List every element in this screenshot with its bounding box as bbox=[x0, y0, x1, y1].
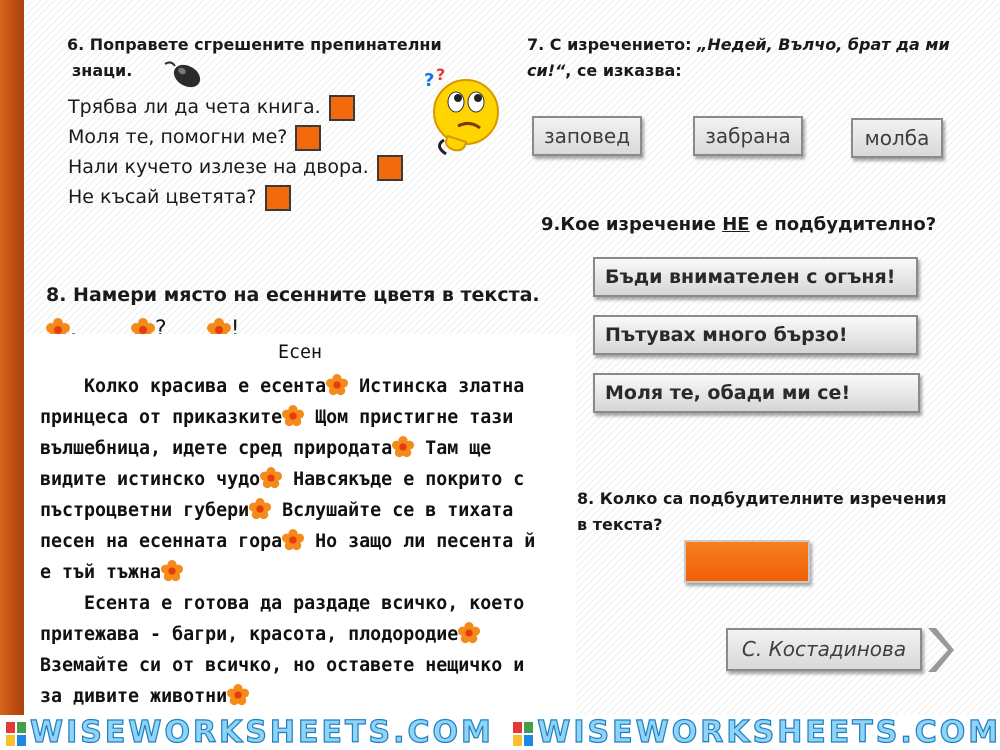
thinking-smiley-icon: ? ? bbox=[424, 66, 499, 156]
q6-title-line1: 6. Поправете сгрешените препинателни bbox=[67, 35, 442, 54]
footer-watermark: WISEWORKSHEETS.COM WISEWORKSHEETS.COM bbox=[0, 714, 1000, 750]
story-line-7: е тъй тъжна bbox=[40, 558, 184, 589]
q7-option-zabrana[interactable]: забрана bbox=[693, 116, 803, 156]
story-line-10: Вземайте си от всичко, но оставете нещич… bbox=[40, 655, 525, 676]
q7-quote-end: си!“ bbox=[527, 61, 566, 80]
story-text: Есен Колко красива е есента Истинска зла… bbox=[24, 334, 576, 715]
footer-brand-1: WISEWORKSHEETS.COM bbox=[29, 714, 494, 750]
q6-sentence-4: Не късай цветята? bbox=[68, 182, 403, 212]
story-line-4: видите истинско чудо Навсякъде е покрито… bbox=[40, 467, 525, 490]
q7-option-molba[interactable]: молба bbox=[851, 118, 943, 158]
story-title: Есен bbox=[277, 342, 323, 363]
story-line-11: за дивите животни bbox=[40, 682, 250, 713]
q6-answer-box-1[interactable] bbox=[328, 94, 355, 121]
q6-title: 6. Поправете сгрешените препинателни зна… bbox=[67, 32, 442, 84]
q8b-title: 8. Колко са подбудителните изречения в т… bbox=[577, 489, 947, 534]
q6-sentence-1: Трябва ли да чета книга. bbox=[68, 92, 403, 122]
svg-text:?: ? bbox=[436, 66, 445, 84]
svg-text:?: ? bbox=[424, 70, 434, 91]
flower-drop-zone-3[interactable] bbox=[392, 436, 415, 459]
story-line-3: вълшебница, идете сред природата Там ще bbox=[40, 436, 492, 459]
flower-drop-zone-1[interactable] bbox=[326, 374, 349, 397]
flower-drop-zone-8[interactable] bbox=[458, 622, 481, 645]
wiseworksheets-logo-icon bbox=[6, 721, 26, 746]
flower-drop-zone-6[interactable] bbox=[282, 529, 305, 552]
q6-title-line2: знаци. bbox=[72, 61, 133, 80]
q9-option-2[interactable]: Пътувах много бързо! bbox=[593, 315, 918, 355]
q7-option-zapoved[interactable]: заповед bbox=[532, 116, 642, 156]
story-line-8: Есента е готова да раздаде всичко, което bbox=[40, 593, 525, 614]
mouse-icon bbox=[164, 61, 201, 88]
q8b-answer-input[interactable] bbox=[684, 540, 810, 583]
story-line-9: притежава - багри, красота, плодородие bbox=[40, 620, 481, 651]
wiseworksheets-logo-icon-2 bbox=[513, 721, 534, 746]
q6-sentence-2: Моля те, помогни ме? bbox=[68, 122, 403, 152]
story-line-5: пъстроцветни губери Вслушайте се в тихат… bbox=[40, 498, 514, 521]
q6-answer-box-4[interactable] bbox=[264, 184, 291, 211]
next-chevron-icon[interactable] bbox=[924, 626, 954, 674]
q6-answer-box-2[interactable] bbox=[295, 124, 322, 151]
left-accent-bar bbox=[0, 0, 24, 715]
flower-drop-zone-5[interactable] bbox=[249, 498, 272, 521]
q9-title-negation: НЕ bbox=[722, 214, 750, 235]
q7-quote: „Недей, Вълчо, брат да ми bbox=[697, 35, 950, 54]
q6-sentences: Трябва ли да чета книга. Моля те, помогн… bbox=[68, 92, 403, 212]
flower-drop-zone-7[interactable] bbox=[161, 560, 184, 583]
q6-answer-box-3[interactable] bbox=[376, 154, 403, 181]
q6-sentence-3: Нали кучето излезе на двора. bbox=[68, 152, 403, 182]
q9-option-3[interactable]: Моля те, обади ми се! bbox=[593, 373, 920, 413]
flower-drop-zone-9[interactable] bbox=[227, 684, 250, 707]
author-button[interactable]: С. Костадинова bbox=[726, 628, 922, 671]
story-line-6: песен на есенната гора Но защо ли песент… bbox=[40, 529, 536, 552]
story-line-2: принцеса от приказките Щом пристигне таз… bbox=[40, 405, 514, 428]
story-line-1: Колко красива е есента Истинска златна bbox=[40, 374, 525, 397]
flower-drop-zone-2[interactable] bbox=[282, 405, 305, 428]
q9-option-1[interactable]: Бъди внимателен с огъня! bbox=[593, 257, 918, 297]
q7-title: 7. С изречението: „Недей, Вълчо, брат да… bbox=[527, 35, 950, 80]
flower-drop-zone-4[interactable] bbox=[260, 467, 283, 490]
footer-brand-2: WISEWORKSHEETS.COM bbox=[537, 714, 1000, 750]
q8a-title: 8. Намери място на есенните цветя в текс… bbox=[46, 284, 540, 306]
q9-title: 9.Кое изречение НЕ е подбудително? bbox=[541, 214, 937, 235]
